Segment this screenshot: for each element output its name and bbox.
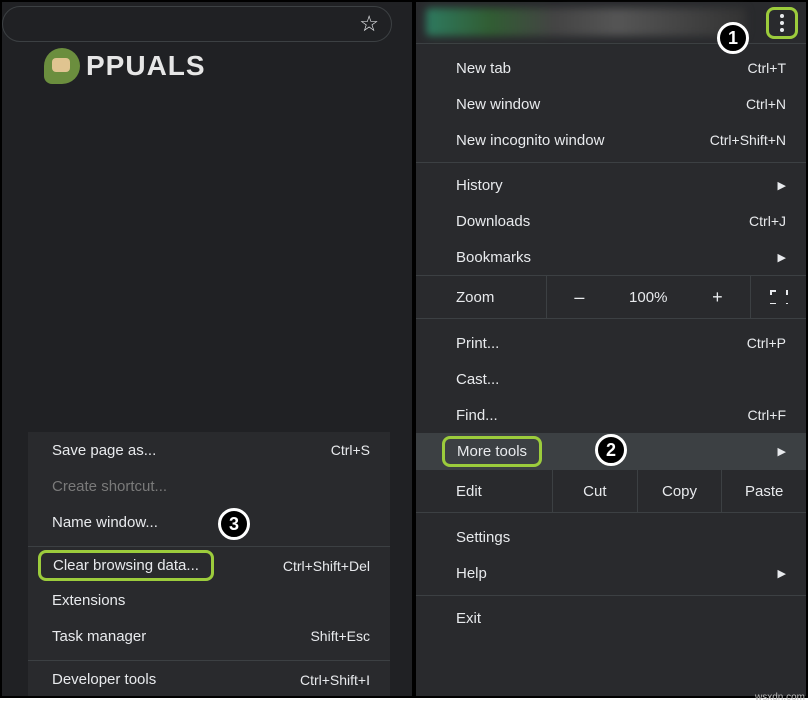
- watermark-logo: PPUALS: [44, 48, 206, 84]
- menu-item-settings[interactable]: Settings: [416, 519, 806, 555]
- menu-item-label: More tools: [457, 443, 527, 460]
- menu-item-label: Settings: [456, 529, 510, 546]
- menu-item-label: New tab: [456, 60, 511, 77]
- menu-item-print[interactable]: Print... Ctrl+P: [416, 325, 806, 361]
- submenu-item-label: Name window...: [52, 514, 158, 531]
- zoom-out-button[interactable]: –: [564, 287, 594, 308]
- submenu-extensions[interactable]: Extensions: [28, 582, 390, 618]
- menu-item-cast[interactable]: Cast...: [416, 361, 806, 397]
- fullscreen-icon: [770, 290, 788, 304]
- zoom-label: Zoom: [456, 289, 546, 306]
- menu-item-shortcut: Ctrl+J: [749, 213, 786, 229]
- menu-item-bookmarks[interactable]: Bookmarks ▶: [416, 239, 806, 275]
- callout-badge-2: 2: [595, 434, 627, 466]
- appuals-logo-icon: [44, 48, 80, 84]
- menu-item-new-window[interactable]: New window Ctrl+N: [416, 86, 806, 122]
- submenu-clear-browsing-data[interactable]: Clear browsing data... Ctrl+Shift+Del: [28, 546, 390, 582]
- chevron-right-icon: ▶: [778, 251, 786, 264]
- submenu-item-shortcut: Ctrl+Shift+I: [300, 672, 370, 688]
- menu-item-shortcut: Ctrl+F: [748, 407, 787, 423]
- edit-cut-button[interactable]: Cut: [552, 470, 637, 512]
- page-background: ☆ PPUALS Save page as... Ctrl+S Create s…: [0, 0, 414, 698]
- zoom-controls: – 100% +: [546, 276, 750, 318]
- menu-item-label: Exit: [456, 610, 481, 627]
- dots-vertical-icon: [780, 14, 784, 18]
- chevron-right-icon: ▶: [778, 445, 786, 458]
- menu-item-label: Print...: [456, 335, 499, 352]
- submenu-item-label: Task manager: [52, 628, 146, 645]
- attribution-text: wsxdn.com: [755, 692, 805, 703]
- menu-item-new-tab[interactable]: New tab Ctrl+T: [416, 50, 806, 86]
- menu-item-new-incognito[interactable]: New incognito window Ctrl+Shift+N: [416, 122, 806, 158]
- chevron-right-icon: ▶: [778, 567, 786, 580]
- menu-item-zoom: Zoom – 100% +: [416, 275, 806, 319]
- more-tools-submenu: Save page as... Ctrl+S Create shortcut..…: [28, 432, 390, 696]
- omnibox[interactable]: ☆: [2, 6, 392, 42]
- bookmark-star-icon[interactable]: ☆: [359, 11, 379, 37]
- menu-item-downloads[interactable]: Downloads Ctrl+J: [416, 203, 806, 239]
- menu-separator: [416, 595, 806, 596]
- submenu-item-label: Create shortcut...: [52, 478, 167, 495]
- submenu-item-label: Developer tools: [52, 671, 156, 688]
- edit-label: Edit: [456, 483, 552, 500]
- menu-item-find[interactable]: Find... Ctrl+F: [416, 397, 806, 433]
- submenu-name-window[interactable]: Name window...: [28, 504, 390, 540]
- submenu-item-shortcut: Ctrl+S: [331, 442, 370, 458]
- menu-item-label: New incognito window: [456, 132, 604, 149]
- menu-item-shortcut: Ctrl+P: [747, 335, 786, 351]
- menu-item-history[interactable]: History ▶: [416, 167, 806, 203]
- submenu-item-shortcut: Ctrl+Shift+Del: [283, 558, 370, 574]
- submenu-create-shortcut: Create shortcut...: [28, 468, 390, 504]
- menu-item-edit: Edit Cut Copy Paste: [416, 469, 806, 513]
- menu-item-exit[interactable]: Exit: [416, 600, 806, 636]
- highlight-box: More tools: [442, 436, 542, 467]
- submenu-save-page[interactable]: Save page as... Ctrl+S: [28, 432, 390, 468]
- zoom-in-button[interactable]: +: [702, 287, 733, 308]
- kebab-menu-button[interactable]: [766, 7, 798, 39]
- chevron-right-icon: ▶: [778, 179, 786, 192]
- profile-area-blurred: [426, 8, 746, 36]
- menu-item-label: Cast...: [456, 371, 499, 388]
- menu-item-label: Find...: [456, 407, 498, 424]
- menu-item-label: Help: [456, 565, 487, 582]
- menu-item-shortcut: Ctrl+N: [746, 96, 786, 112]
- callout-badge-3: 3: [218, 508, 250, 540]
- menu-item-label: Downloads: [456, 213, 530, 230]
- callout-badge-1: 1: [717, 22, 749, 54]
- menu-item-label: New window: [456, 96, 540, 113]
- fullscreen-button[interactable]: [750, 276, 806, 318]
- menu-item-shortcut: Ctrl+T: [748, 60, 787, 76]
- submenu-task-manager[interactable]: Task manager Shift+Esc: [28, 618, 390, 654]
- menu-item-label: Bookmarks: [456, 249, 531, 266]
- appuals-logo-text: PPUALS: [86, 50, 206, 82]
- submenu-item-label: Save page as...: [52, 442, 156, 459]
- menu-item-shortcut: Ctrl+Shift+N: [710, 132, 786, 148]
- chrome-main-menu: New tab Ctrl+T New window Ctrl+N New inc…: [414, 0, 808, 698]
- edit-copy-button[interactable]: Copy: [637, 470, 722, 512]
- menu-item-help[interactable]: Help ▶: [416, 555, 806, 591]
- edit-paste-button[interactable]: Paste: [721, 470, 806, 512]
- menu-separator: [416, 162, 806, 163]
- submenu-developer-tools[interactable]: Developer tools Ctrl+Shift+I: [28, 660, 390, 696]
- menu-item-label: History: [456, 177, 503, 194]
- submenu-item-label: Clear browsing data...: [53, 557, 199, 574]
- highlight-box: Clear browsing data...: [38, 550, 214, 581]
- submenu-item-shortcut: Shift+Esc: [310, 628, 370, 644]
- zoom-value: 100%: [629, 289, 667, 306]
- submenu-item-label: Extensions: [52, 592, 125, 609]
